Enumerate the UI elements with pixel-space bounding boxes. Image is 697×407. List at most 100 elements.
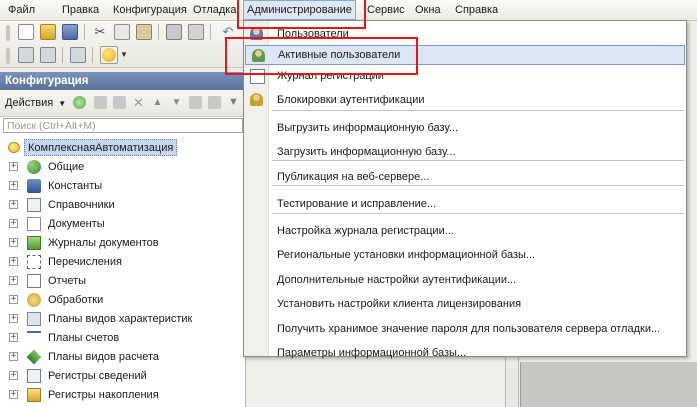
new-file-icon[interactable] <box>18 24 34 40</box>
move-up-icon[interactable]: ▲ <box>151 96 164 109</box>
menu-help-label: Справка <box>455 4 499 16</box>
chart-of-accounts-icon <box>27 331 41 345</box>
active-users-icon <box>252 49 265 62</box>
tree-item-label: Планы видов характеристик <box>48 313 193 325</box>
menu-service[interactable]: Сервис <box>367 0 405 20</box>
menu-item[interactable]: Активные пользователи <box>245 45 685 65</box>
menu-item-label: Настройка журнала регистрации... <box>277 225 454 237</box>
config-compare-icon[interactable] <box>40 47 56 63</box>
tree-item[interactable]: + Константы <box>0 177 245 196</box>
start-debug-button[interactable] <box>100 46 118 64</box>
menu-item[interactable]: Тестирование и исправление... <box>244 194 686 214</box>
tree-item[interactable]: + Планы счетов <box>0 329 245 348</box>
sort-icon[interactable] <box>189 96 202 109</box>
copy-icon[interactable] <box>114 24 130 40</box>
chart-of-calculation-types-icon <box>26 349 42 365</box>
move-down-icon[interactable]: ▼ <box>170 96 183 109</box>
expand-icon[interactable]: + <box>9 390 18 399</box>
menu-item-label: Параметры информационной базы... <box>277 347 467 359</box>
tree-item[interactable]: + Общие <box>0 158 245 177</box>
menu-help[interactable]: Справка <box>455 0 498 20</box>
menu-item[interactable]: Загрузить информационную базу... <box>244 142 686 162</box>
expand-icon[interactable]: + <box>9 352 18 361</box>
auth-lock-icon <box>250 93 263 106</box>
menu-debug[interactable]: Отладка <box>193 0 236 20</box>
expand-icon[interactable]: + <box>9 162 18 171</box>
find-icon[interactable] <box>208 96 221 109</box>
menu-item[interactable]: Публикация на веб-сервере... <box>244 167 686 187</box>
tree-item[interactable]: + Документы <box>0 215 245 234</box>
edit-icon[interactable] <box>94 96 107 109</box>
menu-item[interactable]: Параметры информационной базы... <box>244 343 686 363</box>
tree-item[interactable]: + Регистры сведений <box>0 367 245 386</box>
tree-item[interactable]: + Планы видов характеристик <box>0 310 245 329</box>
debug-icon[interactable] <box>70 47 86 63</box>
document-journals-icon <box>27 236 41 250</box>
tree-item[interactable]: + Перечисления <box>0 253 245 272</box>
tree-item[interactable]: + Регистры накопления <box>0 386 245 405</box>
menu-item[interactable]: Установить настройки клиента лицензирова… <box>244 294 686 314</box>
menu-edit-label: Правка <box>62 4 100 16</box>
add-icon[interactable] <box>73 96 86 109</box>
menu-separator <box>272 110 684 111</box>
expand-icon[interactable]: + <box>9 295 18 304</box>
expand-icon[interactable]: + <box>9 238 18 247</box>
expand-icon[interactable]: + <box>9 314 18 323</box>
enums-icon <box>27 255 41 269</box>
menu-edit[interactable]: Правка <box>62 0 99 20</box>
filter-icon[interactable]: ▼ <box>228 96 241 109</box>
menu-administration[interactable]: Администрирование <box>243 0 356 20</box>
print-preview-icon[interactable] <box>188 24 204 40</box>
search-input[interactable] <box>3 118 243 133</box>
delete-icon[interactable]: ✕ <box>132 96 145 109</box>
menu-file-label: Файл <box>8 4 36 16</box>
menu-item-label: Тестирование и исправление... <box>277 198 437 210</box>
tree-item[interactable]: + Обработки <box>0 291 245 310</box>
expand-icon[interactable]: + <box>9 219 18 228</box>
tree-item[interactable]: + Журналы документов <box>0 234 245 253</box>
print-icon[interactable] <box>166 24 182 40</box>
accumulation-registers-icon <box>27 388 41 402</box>
chevron-down-icon[interactable]: ▼ <box>120 51 128 59</box>
menu-item-label: Блокировки аутентификации <box>277 94 425 106</box>
tree-item[interactable]: + Планы видов расчета <box>0 348 245 367</box>
menu-item[interactable]: Пользователи <box>244 24 686 44</box>
expand-icon[interactable]: + <box>9 276 18 285</box>
save-icon[interactable] <box>62 24 78 40</box>
config-tree-icon[interactable] <box>18 47 34 63</box>
tree-item[interactable]: + Отчеты <box>0 272 245 291</box>
actions-menu-button[interactable]: Действия ▼ <box>5 95 66 111</box>
panel-toolbar: Действия ▼ ✕ ▲ ▼ ▼ <box>0 90 245 117</box>
menu-configuration[interactable]: Конфигурация <box>113 0 187 20</box>
expand-icon[interactable]: + <box>9 257 18 266</box>
menu-item[interactable]: Получить хранимое значение пароля для по… <box>244 319 686 339</box>
menu-item[interactable]: Настройка журнала регистрации... <box>244 221 686 241</box>
undo-icon[interactable]: ↶ <box>220 24 236 40</box>
tree-item-label: Планы счетов <box>48 332 120 344</box>
menu-item[interactable]: Региональные установки информационной ба… <box>244 245 686 265</box>
menu-item[interactable]: Блокировки аутентификации <box>244 90 686 110</box>
actions-label: Действия <box>5 97 54 109</box>
expand-icon[interactable]: + <box>9 181 18 190</box>
expand-icon[interactable]: + <box>9 371 18 380</box>
tree-item-label: Документы <box>48 218 105 230</box>
tree-item[interactable]: + Справочники <box>0 196 245 215</box>
expand-icon[interactable]: + <box>9 333 18 342</box>
menu-configuration-label: Конфигурация <box>113 4 187 16</box>
open-folder-icon[interactable] <box>40 24 56 40</box>
paste-icon[interactable] <box>136 24 152 40</box>
copy-item-icon[interactable] <box>113 96 126 109</box>
toolbar-separator <box>92 47 93 63</box>
menu-separator <box>272 185 684 186</box>
menu-windows[interactable]: Окна <box>415 0 441 20</box>
administration-dropdown-menu: Пользователи Активные пользователи Журнал … <box>243 20 687 359</box>
tree-item-label: Общие <box>48 161 85 173</box>
cut-icon[interactable]: ✂ <box>92 24 108 40</box>
menu-item[interactable]: Выгрузить информационную базу... <box>244 118 686 138</box>
expand-icon[interactable]: + <box>9 200 18 209</box>
menu-item[interactable]: Дополнительные настройки аутентификации.… <box>244 270 686 290</box>
menu-file[interactable]: Файл <box>8 0 35 20</box>
configuration-root-icon <box>8 142 20 153</box>
information-registers-icon <box>27 369 41 383</box>
menu-item[interactable]: Журнал регистрации <box>244 66 686 86</box>
